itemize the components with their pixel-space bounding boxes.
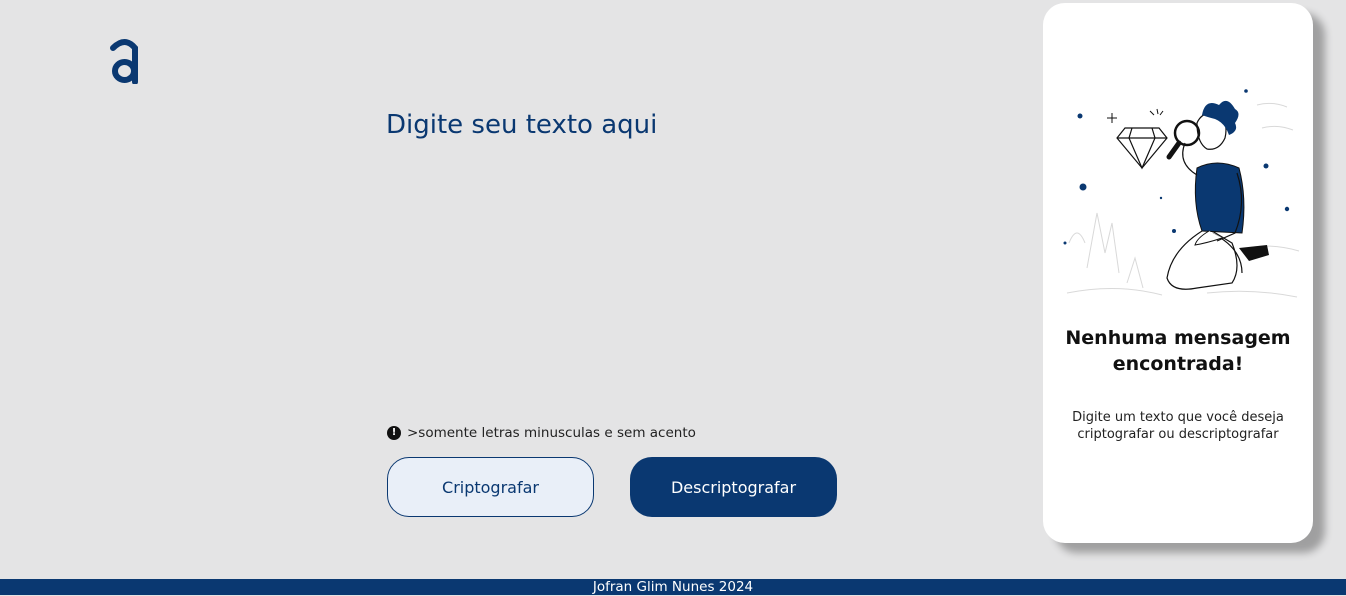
logo <box>108 38 144 85</box>
hint-text: >somente letras minusculas e sem acento <box>407 425 696 441</box>
encrypt-button[interactable]: Criptografar <box>387 457 594 517</box>
result-panel: Nenhuma mensagem encontrada! Digite um t… <box>1043 3 1313 543</box>
exclamation-circle-icon: ! <box>387 426 401 440</box>
footer-credit: Jofran Glim Nunes 2024 <box>592 579 754 595</box>
input-hint: ! >somente letras minusculas e sem acent… <box>387 425 696 441</box>
empty-state-title: Nenhuma mensagem encontrada! <box>1065 327 1291 375</box>
person-with-magnifying-glass-illustration <box>1063 89 1300 298</box>
editor-container <box>386 110 986 410</box>
alura-a-logo-icon <box>110 39 138 85</box>
decrypt-button[interactable]: Descriptografar <box>630 457 837 517</box>
footer: Jofran Glim Nunes 2024 <box>0 579 1346 595</box>
message-input[interactable] <box>386 110 986 410</box>
empty-state-description: Digite um texto que você deseja criptogr… <box>1072 410 1284 442</box>
